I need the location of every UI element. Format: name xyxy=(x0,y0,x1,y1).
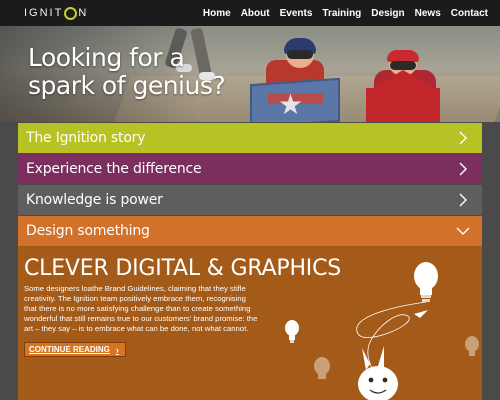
star-icon: ★ xyxy=(278,89,304,120)
accordion-label: Knowledge is power xyxy=(26,192,163,208)
lightbulb-icon xyxy=(314,357,330,379)
design-something-panel: CLEVER DIGITAL & GRAPHICS Some designers… xyxy=(18,246,482,400)
logo-text-end: N xyxy=(78,7,89,19)
accordion-experience-difference[interactable]: Experience the difference xyxy=(18,154,482,184)
hero-photo-kid-goggles xyxy=(287,50,313,59)
ignition-logo[interactable]: IGNIT N xyxy=(24,6,89,20)
nav-link-design[interactable]: Design xyxy=(371,8,404,19)
main-nav: Home About Events Training Design News C… xyxy=(203,8,488,19)
nav-link-home[interactable]: Home xyxy=(203,8,231,19)
panel-body-text: Some designers loathe Brand Guidelines, … xyxy=(24,284,258,333)
continue-reading-label: CONTINUE READING xyxy=(29,345,110,354)
lightbulb-illustration xyxy=(285,262,479,400)
paper-plane-icon xyxy=(414,310,428,318)
nav-link-news[interactable]: News xyxy=(415,8,441,19)
accordion-knowledge-power[interactable]: Knowledge is power xyxy=(18,185,482,215)
accordion-label: Experience the difference xyxy=(26,161,202,177)
lightbulb-icon xyxy=(414,262,438,302)
nav-link-events[interactable]: Events xyxy=(280,8,313,19)
chevron-right-icon xyxy=(456,193,470,207)
accordion-design-something[interactable]: Design something xyxy=(18,216,482,246)
top-navigation-bar: IGNIT N Home About Events Training Desig… xyxy=(0,0,500,26)
nav-link-contact[interactable]: Contact xyxy=(451,8,488,19)
chevron-right-icon xyxy=(456,162,470,176)
hero-photo-red-kart xyxy=(366,88,440,122)
cartoon-character-icon xyxy=(358,346,398,400)
hero-banner: ★ Looking for a spark of genius? xyxy=(0,26,500,122)
chevron-right-icon: › xyxy=(115,344,119,355)
lightbulb-icon xyxy=(285,320,299,343)
logo-ring-icon xyxy=(64,6,78,20)
lightbulb-icon xyxy=(465,336,479,356)
logo-text-start: IGNIT xyxy=(24,7,64,19)
accordion-label: Design something xyxy=(26,223,150,239)
accordion-ignition-story[interactable]: The Ignition story xyxy=(18,123,482,153)
hero-headline: Looking for a spark of genius? xyxy=(28,43,226,100)
chevron-right-icon xyxy=(456,131,470,145)
nav-link-training[interactable]: Training xyxy=(322,8,361,19)
nav-link-about[interactable]: About xyxy=(241,8,270,19)
chevron-down-icon xyxy=(456,224,470,238)
continue-reading-button[interactable]: CONTINUE READING › xyxy=(24,342,126,357)
accordion-label: The Ignition story xyxy=(26,130,146,146)
hero-photo-kid-goggles xyxy=(390,61,416,70)
